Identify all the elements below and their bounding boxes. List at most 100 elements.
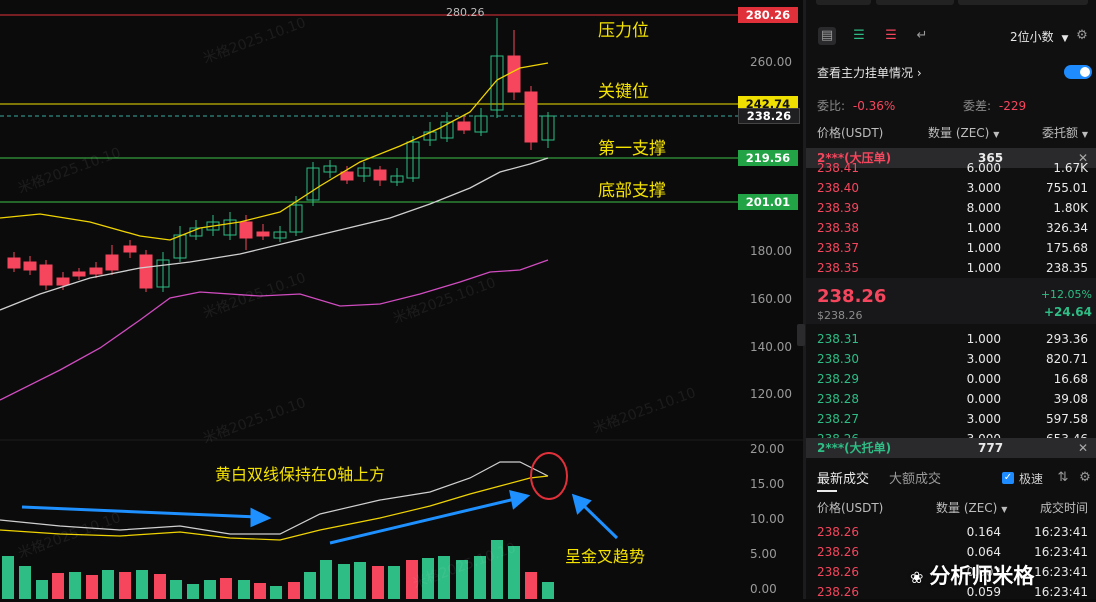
- trade-row[interactable]: 238.26 0.064 16:23:41: [806, 542, 1096, 562]
- volume-bar: [2, 556, 14, 599]
- volume-bar: [187, 584, 199, 599]
- price-axis-tick: 260.00: [750, 55, 792, 69]
- ask-row[interactable]: 238.39 8.000 1.80K: [806, 198, 1096, 218]
- tab-latest-trades[interactable]: 最新成交: [817, 468, 869, 487]
- volume-bar: [254, 583, 266, 599]
- row-qty: 1.000: [966, 221, 1001, 235]
- candle-body: [373, 169, 387, 181]
- toggle-knob: [1080, 67, 1090, 77]
- view-main-orders-link[interactable]: 查看主力挂单情况 ›: [817, 64, 922, 81]
- close-icon[interactable]: ✕: [1078, 438, 1088, 458]
- row-total: 39.08: [1053, 392, 1088, 406]
- volume-bar: [119, 572, 131, 599]
- price-axis-tick: 140.00: [750, 340, 792, 354]
- volume-bar: [542, 582, 554, 599]
- bid-row[interactable]: 238.30 3.000 820.71: [806, 349, 1096, 369]
- row-qty: 0.000: [966, 372, 1001, 386]
- row-qty: 8.000: [966, 201, 1001, 215]
- bid-big-order-banner[interactable]: 2***(大托单) 777 ✕: [806, 438, 1096, 458]
- sort-icon[interactable]: ⇅: [1054, 469, 1072, 487]
- row-total: 1.80K: [1053, 201, 1088, 215]
- main-orders-toggle[interactable]: [1064, 65, 1092, 79]
- indicator-axis-tick: 15.00: [750, 477, 785, 491]
- top-tab[interactable]: [958, 0, 1088, 5]
- chevron-down-icon: ▼: [1081, 130, 1088, 139]
- row-qty: 3.000: [966, 412, 1001, 426]
- row-price: 238.26: [817, 565, 859, 579]
- chevron-down-icon: ▼: [1061, 34, 1069, 44]
- volume-bar: [170, 580, 182, 599]
- row-total: 16.68: [1053, 372, 1088, 386]
- bid-row[interactable]: 238.29 0.000 16.68: [806, 369, 1096, 389]
- ask-row[interactable]: 238.40 3.000 755.01: [806, 178, 1096, 198]
- brand-watermark: ❀ 分析师米格: [910, 560, 1034, 590]
- orderbook-both-icon[interactable]: ▤: [818, 27, 836, 45]
- orderbook-depth-icon[interactable]: ↵: [913, 27, 931, 45]
- volume-bar: [86, 575, 98, 599]
- candlestick-chart[interactable]: 米格2025.10.10 米格2025.10.10 米格2025.10.10 米…: [0, 0, 803, 599]
- top-tab[interactable]: [876, 0, 954, 5]
- col-qty[interactable]: 数量 (ZEC) ▼: [928, 123, 999, 145]
- bid-banner-name: 2***(大托单): [817, 441, 892, 455]
- candle-body: [256, 231, 270, 237]
- candle-body: [39, 264, 53, 286]
- row-price: 238.38: [817, 221, 859, 235]
- row-qty: 6.000: [966, 161, 1001, 175]
- row-time: 16:23:41: [1034, 585, 1088, 599]
- order-diff: 委差: -229: [963, 97, 1026, 114]
- col-total[interactable]: 委托额 ▼: [1042, 123, 1088, 145]
- support2-price-label: 201.01: [738, 194, 798, 210]
- volume-bar: [338, 564, 350, 599]
- chevron-down-icon: ▼: [993, 130, 1000, 139]
- bid-row[interactable]: 238.31 1.000 293.36: [806, 329, 1096, 349]
- macd-annotation: 黄白双线保持在0轴上方: [215, 465, 386, 484]
- precision-select[interactable]: 2位小数 ▼: [1010, 28, 1068, 45]
- candle-body: [7, 257, 21, 269]
- row-price: 238.26: [817, 525, 859, 539]
- row-qty: 1.000: [966, 241, 1001, 255]
- last-price-block: 238.26 $238.26 +12.05% +24.64: [806, 278, 1096, 324]
- support1-price-label: 219.56: [738, 150, 798, 166]
- row-total: 755.01: [1046, 181, 1088, 195]
- indicator-axis-tick: 0.00: [750, 582, 777, 596]
- settings-icon[interactable]: ⚙: [1073, 27, 1091, 45]
- top-tab[interactable]: [816, 0, 871, 5]
- ratio-label: 委比:: [817, 99, 846, 113]
- pressure-price-label: 280.26: [738, 7, 798, 23]
- key-annotation: 关键位: [598, 82, 649, 102]
- chart-canvas[interactable]: [0, 0, 803, 599]
- row-qty: 3.000: [966, 181, 1001, 195]
- collapse-handle[interactable]: [797, 324, 805, 346]
- row-total: 326.34: [1046, 221, 1088, 235]
- trades-col-qty[interactable]: 数量 (ZEC) ▼: [936, 498, 1007, 520]
- candle-body: [457, 121, 471, 131]
- row-price: 238.37: [817, 241, 859, 255]
- ask-row[interactable]: 238.37 1.000 175.68: [806, 238, 1096, 258]
- orderbook-asks-icon[interactable]: ☰: [882, 27, 900, 45]
- brand-name: 分析师米格: [929, 564, 1035, 588]
- candle-body: [56, 277, 70, 286]
- volume-bar: [204, 580, 216, 599]
- col-total-label: 委托额: [1042, 126, 1079, 140]
- trades-col-price: 价格(USDT): [817, 501, 884, 515]
- ask-row[interactable]: 238.35 1.000 238.35: [806, 258, 1096, 278]
- ask-row[interactable]: 238.41 6.000 1.67K: [806, 158, 1096, 178]
- bid-row[interactable]: 238.28 0.000 39.08: [806, 389, 1096, 409]
- order-ratio: 委比: -0.36%: [817, 97, 895, 114]
- volume-bar: [304, 572, 316, 599]
- candle-body: [23, 261, 37, 271]
- row-time: 16:23:41: [1034, 545, 1088, 559]
- orderbook-bids-icon[interactable]: ☰: [850, 27, 868, 45]
- bid-banner-qty: 777: [978, 441, 1004, 455]
- volume-bar: [320, 560, 332, 599]
- ask-row[interactable]: 238.38 1.000 326.34: [806, 218, 1096, 238]
- trade-row[interactable]: 238.26 0.164 16:23:41: [806, 522, 1096, 542]
- settings-icon[interactable]: ⚙: [1076, 469, 1094, 487]
- row-total: 175.68: [1046, 241, 1088, 255]
- bid-row[interactable]: 238.27 3.000 597.58: [806, 409, 1096, 429]
- diff-value: -229: [998, 99, 1027, 113]
- tab-large-trades[interactable]: 大额成交: [889, 468, 941, 487]
- fast-checkbox[interactable]: ✓: [1002, 472, 1014, 484]
- row-price: 238.35: [817, 261, 859, 275]
- row-qty: 0.064: [966, 545, 1001, 559]
